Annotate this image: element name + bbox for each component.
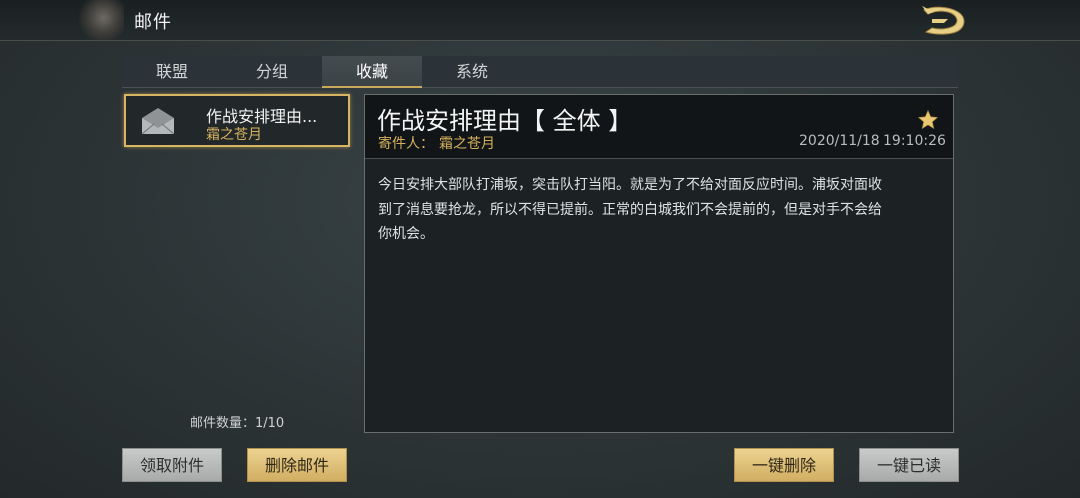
mail-detail-panel: 作战安排理由【 全体 】 寄件人： 霜之苍月 2020/11/18 19:10:…	[364, 94, 954, 433]
tab-group[interactable]: 分组	[222, 56, 322, 87]
header-emblem-icon	[78, 0, 124, 40]
dragon-back-icon	[922, 6, 965, 35]
mail-body-line: 你机会。	[378, 226, 434, 242]
mail-tabs: 联盟 分组 收藏 系统	[122, 56, 958, 88]
delete-mail-button[interactable]: 删除邮件	[247, 448, 347, 482]
mail-subject: 作战安排理由【 全体 】	[377, 107, 633, 135]
back-button[interactable]	[918, 2, 972, 38]
mail-date: 2020/11/18	[799, 133, 880, 149]
mail-item-sender: 霜之苍月	[206, 127, 262, 143]
favorite-star-icon[interactable]	[917, 109, 939, 131]
mail-detail-header: 作战安排理由【 全体 】 寄件人： 霜之苍月 2020/11/18 19:10:…	[365, 95, 953, 159]
mail-body: 今日安排大部队打浦坂，突击队打当阳。就是为了不给对面反应时间。浦坂对面收 到了消…	[378, 173, 944, 247]
read-all-button[interactable]: 一键已读	[859, 448, 959, 482]
mail-count: 邮件数量：1/10	[190, 416, 285, 431]
mail-list-item[interactable]: 作战安排理由... 霜之苍月	[124, 94, 350, 147]
sender-name: 霜之苍月	[439, 136, 495, 152]
delete-all-button[interactable]: 一键删除	[734, 448, 834, 482]
tab-alliance[interactable]: 联盟	[122, 56, 222, 87]
tab-favorites[interactable]: 收藏	[322, 56, 422, 88]
page-title: 邮件	[134, 12, 172, 33]
claim-attachments-button[interactable]: 领取附件	[122, 448, 222, 482]
mail-body-line: 今日安排大部队打浦坂，突击队打当阳。就是为了不给对面反应时间。浦坂对面收	[378, 177, 882, 193]
open-envelope-icon	[140, 106, 176, 136]
tab-system[interactable]: 系统	[422, 56, 522, 87]
top-bar: 邮件	[0, 0, 1080, 41]
mail-body-line: 到了消息要抢龙，所以不得已提前。正常的白城我们不会提前的，但是对手不会给	[378, 201, 882, 218]
mail-time: 19:10:26	[883, 133, 946, 149]
sender-label: 寄件人：	[378, 136, 434, 152]
